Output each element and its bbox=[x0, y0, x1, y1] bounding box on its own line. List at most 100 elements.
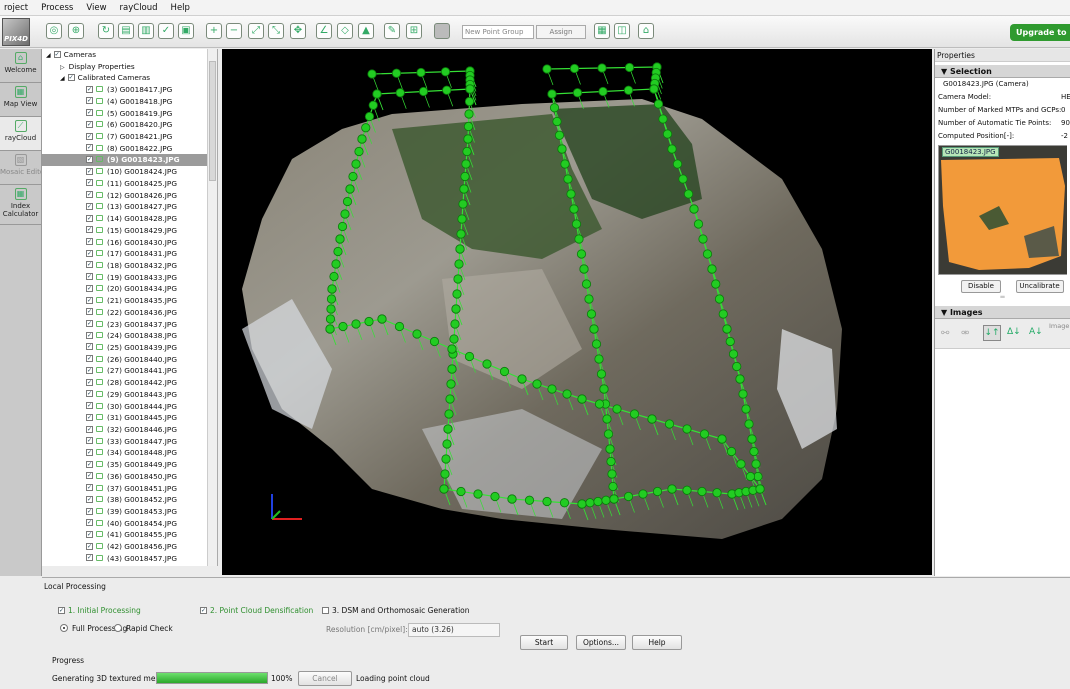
camera-marker[interactable] bbox=[662, 129, 673, 139]
camera-marker[interactable] bbox=[377, 314, 387, 324]
camera-marker[interactable] bbox=[707, 264, 717, 274]
camera-marker[interactable] bbox=[577, 499, 587, 509]
cube-icon[interactable]: ▦ bbox=[594, 23, 610, 39]
camera-marker[interactable] bbox=[327, 284, 337, 294]
camera-marker[interactable] bbox=[658, 114, 668, 124]
camera-marker[interactable] bbox=[667, 144, 677, 154]
box-icon[interactable]: ▣ bbox=[178, 23, 194, 39]
camera-marker[interactable] bbox=[554, 130, 565, 140]
checkbox[interactable]: ✓ bbox=[86, 132, 93, 140]
assign-button[interactable]: Assign bbox=[536, 25, 586, 39]
checkbox[interactable]: ✓ bbox=[86, 202, 93, 210]
camera-marker[interactable] bbox=[749, 446, 759, 457]
camera-marker[interactable] bbox=[683, 189, 694, 199]
pen-icon[interactable]: ✎ bbox=[384, 23, 400, 39]
camera-marker[interactable] bbox=[337, 221, 348, 232]
tree-camera-item[interactable]: ✓ (17) G0018431.JPG bbox=[42, 248, 217, 260]
camera-marker[interactable] bbox=[326, 294, 337, 304]
tree-camera-item[interactable]: ✓ (29) G0018443.JPG bbox=[42, 389, 217, 401]
tree-camera-item[interactable]: ✓ (5) G0018419.JPG bbox=[42, 108, 217, 120]
zoom-out-icon[interactable]: − bbox=[226, 23, 242, 39]
checkbox[interactable]: ✓ bbox=[86, 249, 93, 257]
camera-marker[interactable] bbox=[577, 394, 587, 404]
checkbox[interactable]: ✓ bbox=[86, 390, 93, 398]
camera-marker[interactable] bbox=[601, 495, 611, 505]
document-icon[interactable]: ▤ bbox=[118, 23, 134, 39]
checkbox[interactable]: ✓ bbox=[86, 519, 93, 527]
tree-camera-item[interactable]: ✓ (38) G0018452.JPG bbox=[42, 494, 217, 506]
checkbox[interactable]: ✓ bbox=[86, 355, 93, 363]
checkbox[interactable]: ✓ bbox=[86, 109, 93, 117]
camera-marker[interactable] bbox=[331, 259, 341, 269]
tree-camera-item[interactable]: ✓ (12) G0018426.JPG bbox=[42, 190, 217, 202]
camera-marker[interactable] bbox=[499, 366, 510, 377]
link-icon[interactable]: ⚯ bbox=[941, 328, 949, 339]
tree-camera-item[interactable]: ✓ (3) G0018417.JPG bbox=[42, 84, 217, 96]
initial-processing-option[interactable]: ✓ 1. Initial Processing bbox=[58, 606, 141, 615]
camera-marker[interactable] bbox=[589, 324, 599, 334]
camera-marker[interactable] bbox=[445, 394, 455, 404]
zoom-in-icon[interactable]: + bbox=[206, 23, 222, 39]
camera-marker[interactable] bbox=[412, 329, 422, 339]
camera-marker[interactable] bbox=[524, 495, 535, 505]
sidebar-item-mosaic-editor[interactable]: ▧ Mosaic Editor bbox=[0, 151, 41, 185]
camera-marker[interactable] bbox=[449, 334, 459, 344]
camera-marker[interactable] bbox=[672, 159, 683, 169]
camera-marker[interactable] bbox=[465, 84, 475, 94]
camera-marker[interactable] bbox=[594, 354, 604, 364]
camera-marker[interactable] bbox=[569, 63, 580, 74]
sidebar-item-welcome[interactable]: ⌂ Welcome bbox=[0, 49, 41, 83]
camera-marker[interactable] bbox=[552, 116, 562, 127]
tree-scrollbar[interactable] bbox=[207, 49, 217, 566]
camera-marker[interactable] bbox=[364, 111, 375, 122]
camera-marker[interactable] bbox=[372, 89, 382, 99]
camera-marker[interactable] bbox=[338, 321, 348, 332]
collapse-icon[interactable]: ◢ bbox=[60, 75, 65, 82]
tree-calibrated-cameras[interactable]: ◢ ✓ Calibrated Cameras bbox=[42, 72, 217, 84]
checkbox[interactable]: ✓ bbox=[86, 261, 93, 269]
splitter-handle[interactable]: ═ bbox=[935, 293, 1070, 303]
check-doc-icon[interactable]: ✓ bbox=[158, 23, 174, 39]
camera-marker[interactable] bbox=[444, 409, 454, 419]
camera-marker[interactable] bbox=[549, 103, 560, 113]
selection-header[interactable]: ▼ Selection bbox=[935, 65, 1070, 78]
camera-marker[interactable] bbox=[441, 454, 451, 464]
camera-marker[interactable] bbox=[623, 491, 634, 502]
camera-marker[interactable] bbox=[712, 488, 722, 498]
help-button[interactable]: Help bbox=[632, 635, 682, 650]
camera-marker[interactable] bbox=[416, 67, 426, 78]
polyline-icon[interactable]: ∠ bbox=[316, 23, 332, 39]
tree-camera-item[interactable]: ✓ (23) G0018437.JPG bbox=[42, 319, 217, 331]
camera-marker[interactable] bbox=[591, 339, 602, 349]
camera-marker[interactable] bbox=[605, 444, 615, 454]
camera-marker[interactable] bbox=[576, 249, 587, 259]
camera-marker[interactable] bbox=[335, 234, 345, 244]
checkbox[interactable]: ✓ bbox=[86, 554, 93, 562]
cameras-icon[interactable]: ⌂ bbox=[638, 23, 654, 39]
camera-marker[interactable] bbox=[464, 96, 475, 107]
tree-camera-item[interactable]: ✓ (41) G0018455.JPG bbox=[42, 529, 217, 541]
camera-marker[interactable] bbox=[490, 491, 500, 502]
camera-marker[interactable] bbox=[456, 229, 466, 239]
checkbox[interactable]: ✓ bbox=[86, 308, 93, 316]
tree-camera-item[interactable]: ✓ (7) G0018421.JPG bbox=[42, 131, 217, 143]
densification-option[interactable]: ✓ 2. Point Cloud Densification bbox=[200, 606, 313, 615]
tree-camera-item[interactable]: ✓ (40) G0018454.JPG bbox=[42, 518, 217, 530]
camera-marker[interactable] bbox=[326, 304, 336, 314]
tree-camera-item[interactable]: ✓ (19) G0018433.JPG bbox=[42, 272, 217, 284]
camera-marker[interactable] bbox=[736, 459, 746, 469]
camera-marker[interactable] bbox=[440, 469, 450, 479]
camera-marker[interactable] bbox=[368, 100, 378, 110]
tree-camera-item[interactable]: ✓ (21) G0018435.JPG bbox=[42, 295, 217, 307]
checkbox[interactable]: ✓ bbox=[86, 495, 93, 503]
checkbox[interactable]: ✓ bbox=[86, 331, 93, 339]
menu-view[interactable]: View bbox=[86, 3, 106, 13]
tree-camera-item[interactable]: ✓ (10) G0018424.JPG bbox=[42, 166, 217, 178]
tree-camera-item[interactable]: ✓ (35) G0018449.JPG bbox=[42, 459, 217, 471]
sort-icon[interactable]: ↓↑ bbox=[983, 325, 1001, 341]
checkbox[interactable]: ✓ bbox=[86, 97, 93, 105]
camera-marker[interactable] bbox=[638, 489, 648, 499]
checkbox[interactable]: ✓ bbox=[86, 120, 93, 128]
checkbox[interactable]: ✓ bbox=[86, 144, 93, 152]
camera-marker[interactable] bbox=[682, 424, 692, 434]
